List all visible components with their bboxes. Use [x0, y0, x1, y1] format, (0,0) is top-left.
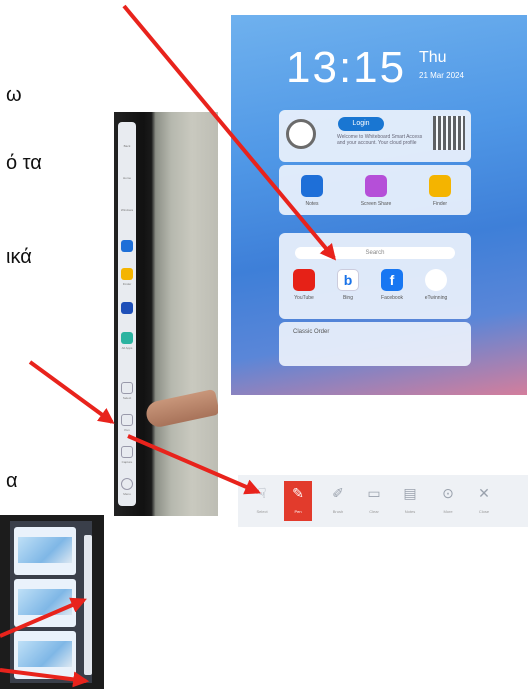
back-icon[interactable] — [121, 130, 133, 142]
board-label: Classic Order — [293, 329, 330, 335]
profile-card: Login Welcome to Whiteboard Smart Access… — [279, 110, 471, 162]
web-apps-card: Search YouTube b Bing f Facebook eTwinni… — [279, 233, 471, 319]
board-card[interactable]: Classic Order — [279, 322, 471, 366]
youtube-app-icon[interactable] — [293, 269, 315, 291]
folder-icon[interactable] — [121, 268, 133, 280]
preview-card — [14, 631, 76, 679]
toolbar-label: Select — [256, 509, 268, 514]
map-thumbnail — [18, 641, 72, 667]
select-icon: ☟ — [257, 485, 267, 501]
login-button[interactable]: Login — [338, 117, 384, 131]
pen-toolbar: ☟ Select ✎ Pen ✐ Brush ▭ Clear ▤ Notes ⊙… — [238, 475, 528, 527]
sidebar-bar: Back Home Windows Finder All Apps Select… — [118, 122, 136, 506]
preview-card — [14, 579, 76, 627]
toolbar-label: Notes — [404, 509, 416, 514]
sidebar-label: Finder — [122, 282, 132, 286]
sidebar-photo: Back Home Windows Finder All Apps Select… — [114, 112, 218, 516]
windows-icon[interactable] — [121, 194, 133, 206]
more-icon: ⊙ — [442, 485, 454, 501]
toolbar-pen-button[interactable]: ✎ Pen — [284, 481, 312, 521]
notes-icon: ▤ — [403, 485, 417, 501]
search-input[interactable]: Search — [295, 247, 455, 259]
sidebar-label: Pen — [124, 428, 130, 432]
browser-icon[interactable] — [121, 302, 133, 314]
sidebar-label: Windows — [120, 208, 134, 212]
brush-icon: ✐ — [332, 485, 344, 501]
app-label: YouTube — [294, 295, 314, 301]
sidebar-label: Back — [123, 144, 131, 148]
app-blue-icon[interactable] — [121, 240, 133, 252]
text-fragment: ω — [6, 84, 22, 106]
pen-icon: ✎ — [292, 485, 304, 501]
select-icon[interactable] — [121, 382, 133, 394]
preview-sidebar — [84, 535, 92, 675]
toolbar-close-button[interactable]: ✕ Close — [470, 481, 498, 521]
home-screen: 13:15 Thu 21 Mar 2024 Login Welcome to W… — [231, 15, 527, 395]
text-fragment: ό τα — [6, 152, 42, 174]
app-label: Bing — [342, 295, 353, 301]
capture-icon[interactable] — [121, 446, 133, 458]
sidebar-label: Menu — [123, 492, 131, 496]
screen-share-app-icon[interactable] — [365, 175, 387, 197]
sidebar-label: Capture — [121, 460, 133, 464]
sidebar-label: All Apps — [121, 346, 133, 350]
bing-app-icon[interactable]: b — [337, 269, 359, 291]
app-label: Finder — [432, 201, 448, 207]
toolbar-more-button[interactable]: ⊙ More — [434, 481, 462, 521]
toolbar-select-button[interactable]: ☟ Select — [248, 481, 276, 521]
close-icon: ✕ — [478, 485, 490, 501]
sidebar-label: Select — [122, 396, 132, 400]
toolbar-clear-button[interactable]: ▭ Clear — [360, 481, 388, 521]
apps-card: Notes Screen Share Finder — [279, 165, 471, 215]
eraser-icon: ▭ — [367, 485, 381, 501]
map-thumbnail — [18, 589, 72, 615]
map-thumbnail — [18, 537, 72, 563]
toolbar-label: More — [443, 509, 453, 514]
preview-screenshot — [0, 515, 104, 689]
text-fragment: ικά — [6, 246, 32, 268]
clock-time: 13:15 — [286, 43, 407, 92]
finder-app-icon[interactable] — [429, 175, 451, 197]
toolbar-notes-button[interactable]: ▤ Notes — [396, 481, 424, 521]
arrow-to-pen — [28, 360, 115, 424]
home-icon[interactable] — [121, 162, 133, 174]
menu-icon[interactable] — [121, 478, 133, 490]
etwinning-app-icon[interactable] — [425, 269, 447, 291]
app-label: Facebook — [381, 295, 403, 301]
hand-pointing — [144, 388, 218, 430]
toolbar-label: Close — [478, 509, 490, 514]
text-fragment: α — [6, 470, 18, 492]
preview-card — [14, 527, 76, 575]
toolbar-label: Clear — [369, 509, 379, 514]
toolbar-label: Pen — [294, 509, 302, 514]
app-label: eTwinning — [424, 295, 448, 301]
preview-panel — [10, 521, 92, 683]
facebook-app-icon[interactable]: f — [381, 269, 403, 291]
notes-app-icon[interactable] — [301, 175, 323, 197]
grid-icon[interactable] — [121, 332, 133, 344]
avatar[interactable] — [286, 119, 316, 149]
clock-date: 21 Mar 2024 — [419, 71, 464, 80]
toolbar-label: Brush — [332, 509, 344, 514]
clock-day: Thu — [419, 49, 447, 66]
app-label: Screen Share — [360, 201, 392, 207]
sidebar-label: Home — [122, 176, 131, 180]
qr-code-icon — [433, 116, 465, 150]
welcome-text: Welcome to Whiteboard Smart Access and y… — [337, 134, 423, 146]
toolbar-brush-button[interactable]: ✐ Brush — [324, 481, 352, 521]
pen-icon[interactable] — [121, 414, 133, 426]
app-label: Notes — [305, 201, 319, 207]
